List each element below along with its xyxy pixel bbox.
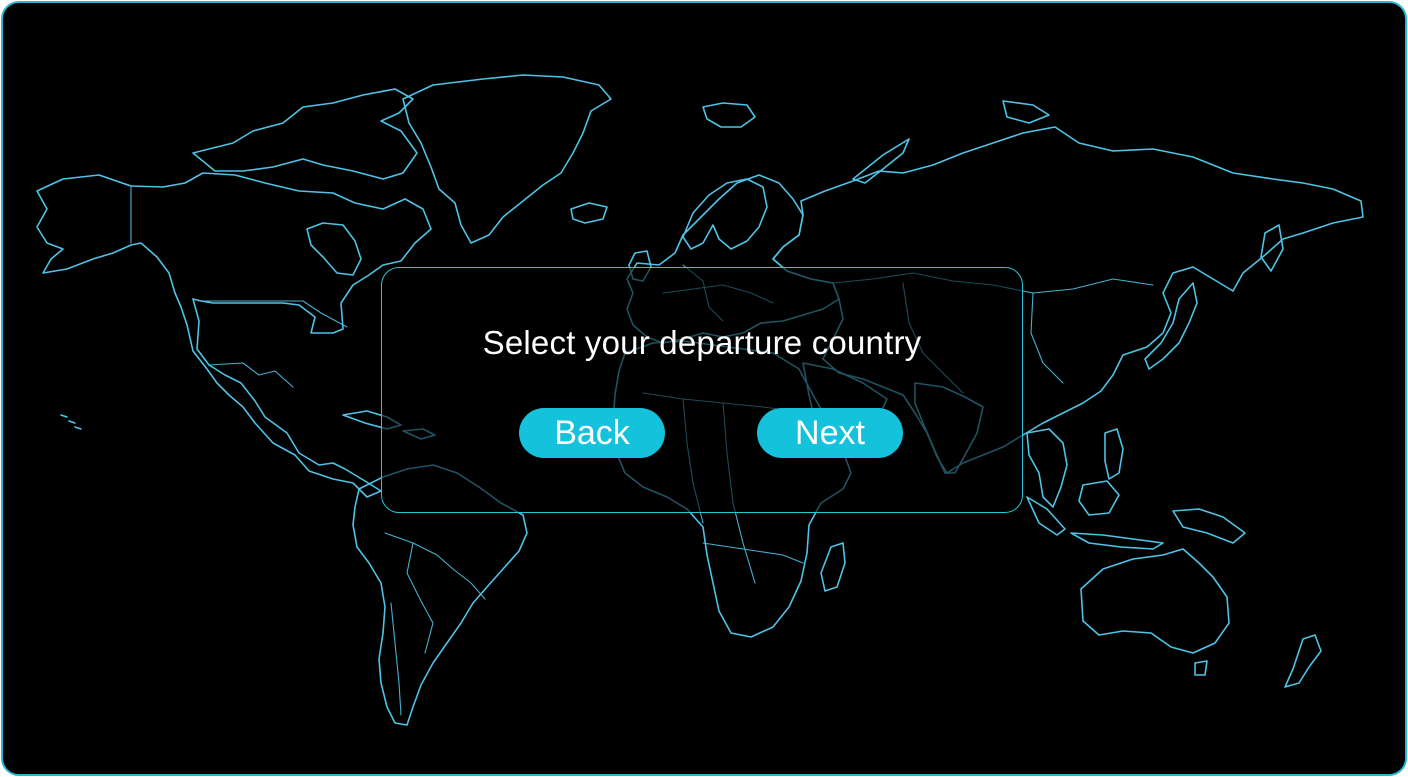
indonesia-islands — [1070, 532, 1164, 550]
argentina-chile-border — [390, 602, 402, 716]
southeast-asia-outline — [1026, 428, 1068, 508]
australia-outline — [1080, 548, 1230, 654]
scandinavia-outline — [682, 178, 768, 250]
new-zealand-outline — [1284, 634, 1322, 688]
borneo-outline — [1078, 480, 1120, 516]
dialog-title: Select your departure country — [482, 324, 922, 361]
africa-borders-4 — [702, 542, 804, 564]
greenland-outline — [402, 74, 612, 244]
madagascar-outline — [820, 542, 846, 592]
app-frame: Select your departure country Back Next — [1, 1, 1407, 776]
novaya-zemlya-outline — [852, 138, 910, 184]
us-canada-border — [198, 300, 348, 328]
philippines-outline — [1104, 428, 1124, 480]
back-button[interactable]: Back — [519, 408, 665, 458]
hudson-bay-outline — [306, 222, 362, 276]
departure-dialog: Select your departure country Back Next — [381, 267, 1023, 513]
next-button[interactable]: Next — [757, 408, 903, 458]
south-america-borders — [384, 532, 486, 600]
us-mexico-border — [208, 362, 294, 388]
brazil-border — [406, 542, 434, 654]
svalbard-outline — [702, 102, 756, 128]
japan-outline — [1144, 282, 1198, 370]
asia-borders-3 — [1030, 292, 1064, 384]
north-america-outline — [36, 172, 432, 498]
sumatra-outline — [1026, 496, 1066, 536]
iceland-outline — [570, 202, 608, 224]
arctic-islands-outline — [192, 88, 418, 180]
russian-arctic-islands — [1002, 100, 1050, 124]
tasmania-outline — [1194, 660, 1208, 676]
hawaii-outline — [60, 414, 82, 430]
new-guinea-outline — [1172, 508, 1246, 544]
